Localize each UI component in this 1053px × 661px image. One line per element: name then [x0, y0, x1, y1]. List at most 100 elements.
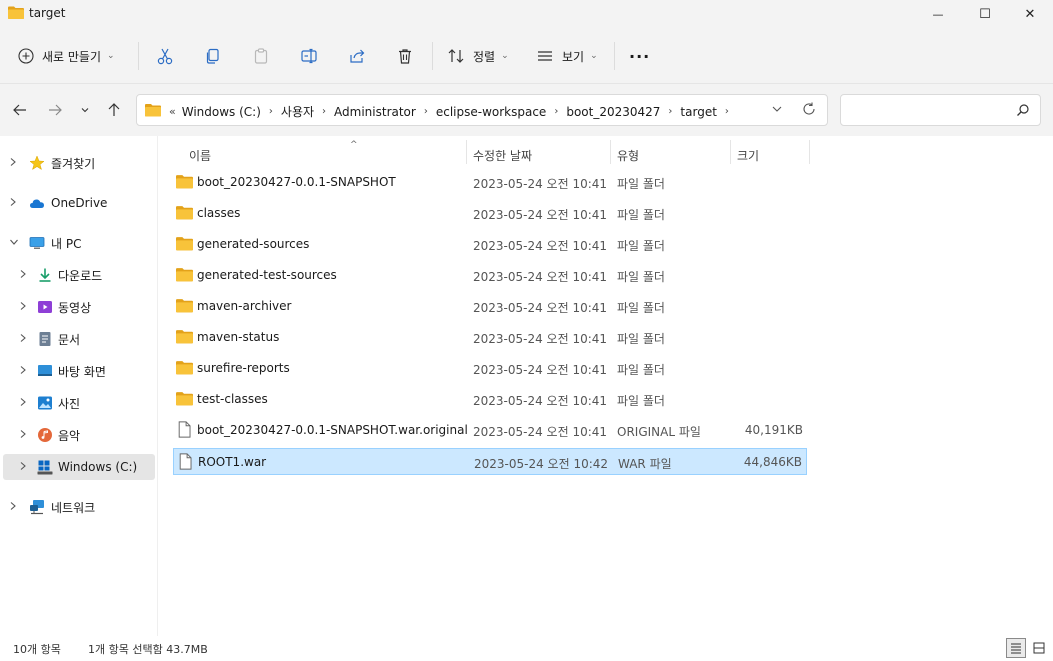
breadcrumb-separator[interactable]: › [420, 106, 432, 117]
sidebar-item-label: 즐겨찾기 [51, 156, 96, 171]
sort-button-label: 정렬 [473, 49, 496, 64]
sort-button[interactable]: 정렬 ⌄ [447, 42, 509, 70]
breadcrumb-item[interactable]: 사용자 [277, 103, 318, 120]
refresh-button[interactable] [801, 101, 817, 120]
chevron-right-icon[interactable] [19, 429, 27, 442]
paste-button[interactable] [252, 42, 270, 70]
table-row[interactable]: boot_20230427-0.0.1-SNAPSHOT 2023-05-24 오… [173, 169, 807, 196]
download-icon [39, 268, 51, 282]
maximize-button[interactable]: ☐ [962, 0, 1008, 28]
up-button[interactable] [103, 99, 125, 121]
table-row[interactable]: generated-test-sources 2023-05-24 오전 10:4… [173, 262, 807, 289]
breadcrumb-item[interactable]: Windows (C:) [178, 105, 265, 119]
file-name: surefire-reports [197, 361, 290, 375]
breadcrumb-separator[interactable]: › [318, 106, 330, 117]
file-type: 파일 폴더 [617, 394, 665, 408]
address-bar[interactable]: « Windows (C:) › 사용자 › Administrator › e… [136, 94, 828, 126]
column-divider[interactable] [466, 140, 467, 164]
refresh-icon [803, 102, 815, 115]
sidebar-item-desktop[interactable]: 바탕 화면 [0, 358, 158, 384]
copy-icon [206, 48, 219, 64]
chevron-right-icon[interactable] [19, 269, 27, 282]
clipboard-icon [254, 48, 268, 64]
breadcrumb-separator[interactable]: › [265, 106, 277, 117]
chevron-right-icon[interactable] [19, 397, 27, 410]
address-dropdown-button[interactable] [771, 103, 783, 118]
new-button[interactable]: 새로 만들기 ⌄ [18, 42, 115, 70]
details-view-button[interactable] [1006, 638, 1026, 658]
folder-icon [176, 360, 193, 375]
table-row[interactable]: boot_20230427-0.0.1-SNAPSHOT.war.origina… [173, 417, 807, 444]
forward-button[interactable] [44, 99, 66, 121]
cut-button[interactable] [156, 42, 174, 70]
close-button[interactable]: ✕ [1007, 0, 1053, 28]
column-header-name[interactable]: 이름 ^ [189, 140, 465, 168]
sidebar-item-network[interactable]: 네트워크 [0, 494, 158, 520]
breadcrumb-item[interactable]: eclipse-workspace [432, 105, 550, 119]
rename-button[interactable] [300, 42, 318, 70]
column-divider[interactable] [610, 140, 611, 164]
chevron-down-icon: ⌄ [501, 51, 509, 61]
sidebar-item-this-pc[interactable]: 내 PC [0, 230, 158, 256]
search-input[interactable] [840, 94, 1041, 126]
breadcrumb-separator[interactable]: › [664, 106, 676, 117]
close-icon: ✕ [1024, 6, 1036, 22]
table-row[interactable]: maven-status 2023-05-24 오전 10:41 파일 폴더 [173, 324, 807, 351]
column-header-type[interactable]: 유형 [617, 142, 729, 168]
sidebar-item-onedrive[interactable]: OneDrive [0, 190, 158, 216]
file-name: generated-test-sources [197, 268, 337, 282]
table-row[interactable]: maven-archiver 2023-05-24 오전 10:41 파일 폴더 [173, 293, 807, 320]
sidebar-item-documents[interactable]: 문서 [0, 326, 158, 352]
delete-button[interactable] [396, 42, 414, 70]
minimize-button[interactable]: — [915, 0, 961, 28]
breadcrumb-item[interactable]: target [676, 105, 721, 119]
breadcrumb-item[interactable]: boot_20230427 [562, 105, 664, 119]
chevron-right-icon[interactable] [9, 197, 17, 210]
chevron-down-icon: ⌄ [107, 51, 115, 61]
sidebar-item-videos[interactable]: 동영상 [0, 294, 158, 320]
chevron-right-icon[interactable] [19, 365, 27, 378]
more-options-button[interactable]: ··· [629, 42, 650, 70]
column-header-date[interactable]: 수정한 날짜 [473, 142, 609, 168]
sidebar-item-favorites[interactable]: 즐겨찾기 [0, 150, 158, 176]
table-row[interactable]: test-classes 2023-05-24 오전 10:41 파일 폴더 [173, 386, 807, 413]
drive-icon [37, 460, 53, 475]
sidebar-item-pictures[interactable]: 사진 [0, 390, 158, 416]
copy-button[interactable] [204, 42, 222, 70]
back-button[interactable] [9, 99, 31, 121]
sidebar-item-music[interactable]: 음악 [0, 422, 158, 448]
cloud-icon [30, 199, 44, 208]
view-button-label: 보기 [562, 49, 585, 64]
column-divider[interactable] [809, 140, 810, 164]
share-icon [350, 49, 365, 63]
chevron-right-icon[interactable] [19, 461, 27, 474]
share-button[interactable] [348, 42, 366, 70]
picture-icon [38, 396, 52, 410]
table-row[interactable]: generated-sources 2023-05-24 오전 10:41 파일 폴… [173, 231, 807, 258]
view-button[interactable]: 보기 ⌄ [536, 42, 598, 70]
breadcrumb-separator[interactable]: › [721, 106, 733, 117]
breadcrumb-item[interactable]: Administrator [330, 105, 420, 119]
chevron-right-icon[interactable] [19, 301, 27, 314]
sidebar-item-downloads[interactable]: 다운로드 [0, 262, 158, 288]
toolbar-divider [138, 42, 139, 70]
table-row[interactable]: surefire-reports 2023-05-24 오전 10:41 파일 폴더 [173, 355, 807, 382]
table-row[interactable]: ROOT1.war 2023-05-24 오전 10:42 WAR 파일 44,846… [173, 448, 807, 475]
chevron-right-icon[interactable] [9, 157, 17, 170]
file-modified-date: 2023-05-24 오전 10:41 [473, 239, 608, 253]
breadcrumb-overflow[interactable]: « [167, 105, 178, 118]
file-type: 파일 폴더 [617, 270, 665, 284]
recent-locations-button[interactable] [74, 99, 96, 121]
tiles-view-button[interactable] [1029, 638, 1049, 658]
chevron-right-icon[interactable] [9, 501, 17, 514]
column-header-size[interactable]: 크기 [737, 142, 807, 168]
column-divider[interactable] [730, 140, 731, 164]
chevron-down-icon[interactable] [9, 238, 19, 249]
sidebar-item-windows-c[interactable]: Windows (C:) [3, 454, 155, 480]
sidebar-item-label: OneDrive [51, 196, 108, 210]
chevron-right-icon[interactable] [19, 333, 27, 346]
toolbar-divider [614, 42, 615, 70]
breadcrumb-separator[interactable]: › [550, 106, 562, 117]
table-row[interactable]: classes 2023-05-24 오전 10:41 파일 폴더 [173, 200, 807, 227]
folder-icon [176, 298, 193, 313]
